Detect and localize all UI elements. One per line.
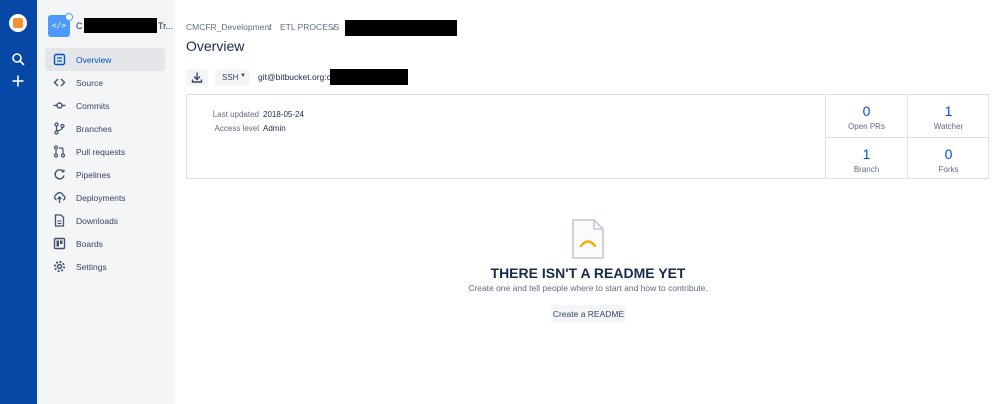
repository-header[interactable]: </> C Tr...: [48, 13, 178, 37]
branch-icon: [54, 122, 65, 135]
sidebar-item-label: Overview: [76, 55, 112, 65]
last-updated-value: 2018-05-24: [263, 110, 304, 119]
commit-icon: [53, 102, 66, 109]
search-icon[interactable]: [11, 52, 25, 66]
sidebar-item-deployments[interactable]: Deployments: [45, 186, 165, 209]
watchers-count: 1: [944, 103, 953, 119]
repository-sidebar: </> C Tr... Overview Source Commits Bran…: [37, 0, 175, 404]
forks-count: 0: [944, 146, 953, 162]
sidebar-item-label: Commits: [76, 101, 110, 111]
branches-stat[interactable]: 1 Branch: [825, 137, 907, 179]
sidebar-item-label: Source: [76, 78, 103, 88]
empty-readme-title: THERE ISN'T A README YET: [490, 265, 686, 281]
forks-label: Forks: [938, 165, 959, 174]
code-icon: [53, 78, 66, 87]
watchers-label: Watcher: [933, 122, 964, 131]
access-level-value: Admin: [263, 124, 286, 133]
sidebar-item-label: Pull requests: [76, 147, 126, 157]
sidebar-item-label: Boards: [76, 239, 103, 249]
sidebar-nav: Overview Source Commits Branches Pull re…: [45, 48, 165, 278]
global-navigation: [0, 0, 37, 404]
clone-protocol-dropdown[interactable]: SSH ▼: [215, 69, 250, 86]
create-plus-icon[interactable]: [11, 74, 25, 88]
sidebar-item-label: Downloads: [76, 216, 119, 226]
redaction-box: [84, 18, 157, 33]
download-icon: [191, 72, 203, 83]
repository-name-suffix[interactable]: Tr...: [158, 21, 173, 31]
sidebar-item-branches[interactable]: Branches: [45, 117, 165, 140]
sidebar-item-commits[interactable]: Commits: [45, 94, 165, 117]
access-level-label: Access level: [214, 124, 259, 133]
boards-icon: [53, 237, 66, 250]
sidebar-item-boards[interactable]: Boards: [45, 232, 165, 255]
sidebar-item-label: Deployments: [76, 193, 126, 203]
breadcrumb-separator: /: [333, 22, 336, 32]
pull-request-icon: [53, 145, 66, 158]
download-repository-button[interactable]: [186, 69, 208, 86]
downloads-icon: [54, 214, 65, 227]
breadcrumb-project-link[interactable]: CMCFR_Development: [186, 22, 272, 32]
repository-name[interactable]: C: [76, 21, 83, 31]
private-lock-badge: [65, 13, 73, 21]
create-readme-button[interactable]: Create a README: [551, 305, 626, 323]
open-prs-label: Open PRs: [848, 122, 885, 131]
sidebar-item-overview[interactable]: Overview: [45, 48, 165, 71]
sidebar-item-label: Branches: [76, 124, 112, 134]
sidebar-item-pull-requests[interactable]: Pull requests: [45, 140, 165, 163]
repository-info-panel: Last updated 2018-05-24 Access level Adm…: [186, 94, 989, 179]
bitbucket-logo-icon[interactable]: [9, 14, 27, 32]
clone-url-field[interactable]: git@bitbucket.org:c: [258, 72, 331, 82]
sidebar-item-pipelines[interactable]: Pipelines: [45, 163, 165, 186]
branches-label: Branch: [853, 165, 880, 174]
forks-stat[interactable]: 0 Forks: [907, 137, 989, 179]
breadcrumb-folder-link[interactable]: ETL PROCESS: [280, 22, 339, 32]
redaction-box: [345, 20, 457, 36]
clone-protocol-label: SSH: [222, 73, 239, 82]
redaction-box: [330, 69, 408, 85]
empty-readme-document-icon: [572, 219, 604, 259]
sidebar-item-label: Pipelines: [76, 170, 111, 180]
overview-icon: [53, 53, 66, 66]
empty-readme-subtitle: Create one and tell people where to star…: [468, 283, 708, 293]
open-prs-count: 0: [862, 103, 871, 119]
sidebar-item-source[interactable]: Source: [45, 71, 165, 94]
page-title: Overview: [186, 38, 245, 54]
open-prs-stat[interactable]: 0 Open PRs: [825, 95, 907, 137]
last-updated-label: Last updated: [212, 110, 259, 119]
branches-count: 1: [862, 146, 871, 162]
sidebar-item-downloads[interactable]: Downloads: [45, 209, 165, 232]
deployments-icon: [54, 192, 66, 203]
pipelines-icon: [54, 169, 65, 180]
watchers-stat[interactable]: 1 Watcher: [907, 95, 989, 137]
breadcrumb-separator: /: [269, 22, 272, 32]
chevron-down-icon: ▼: [240, 73, 246, 79]
